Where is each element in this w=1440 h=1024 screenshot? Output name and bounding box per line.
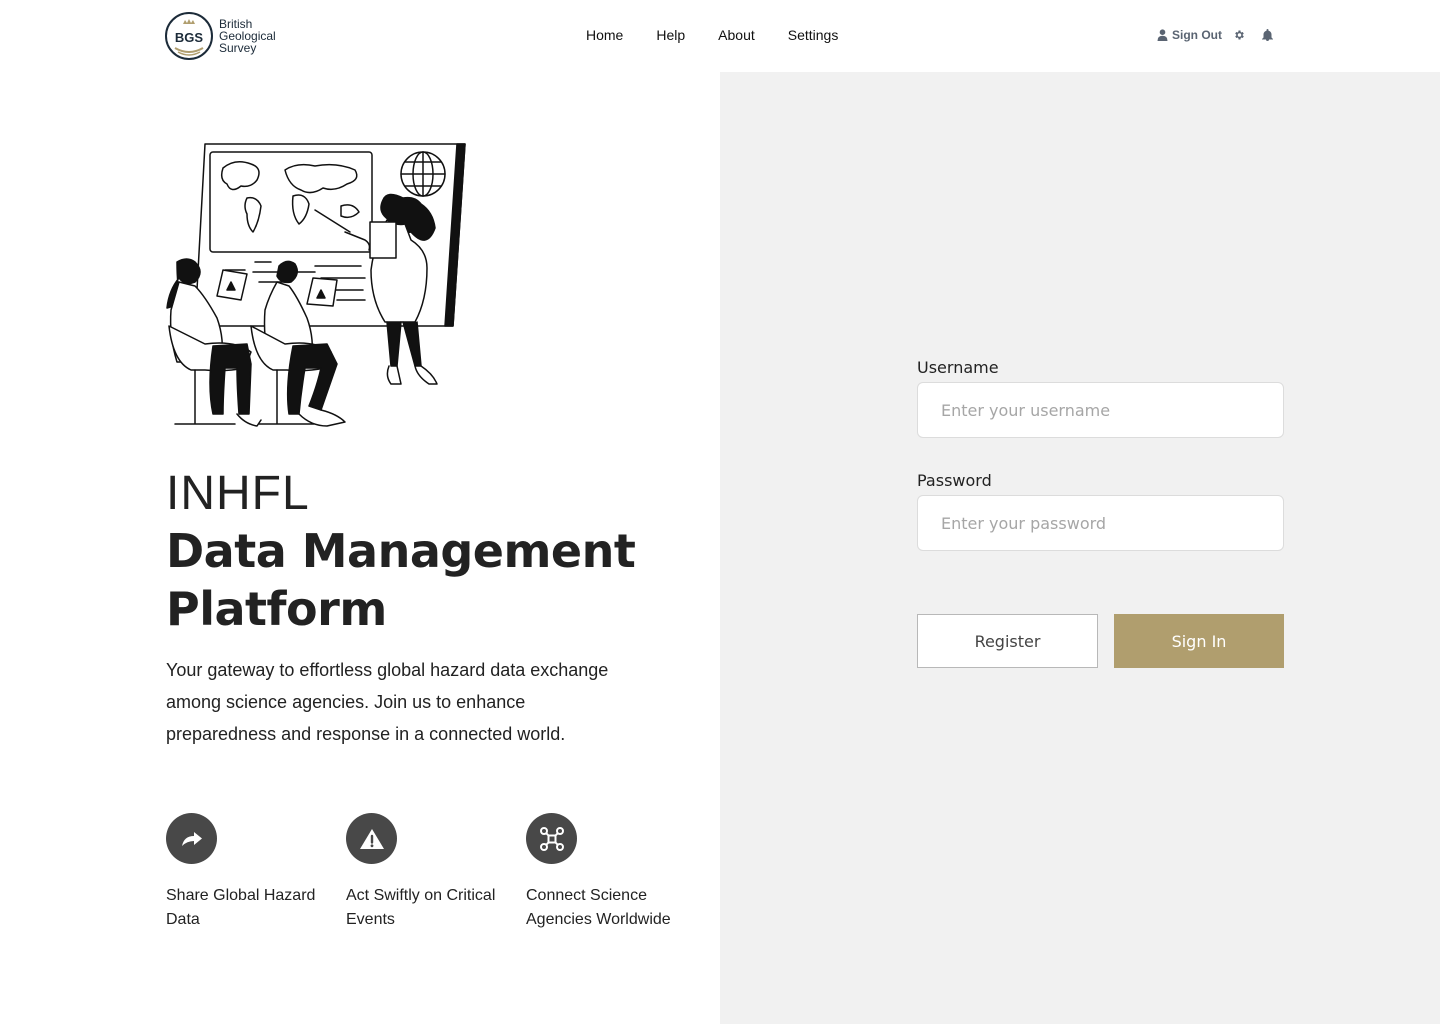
logo-abbr: BGS [175,30,204,45]
username-input[interactable] [917,382,1284,438]
feature-label: Share Global Hazard Data [166,887,316,928]
network-icon [539,826,564,851]
main-nav: Home Help About Settings [586,27,871,43]
feature-connect: Connect Science Agencies Worldwide [526,813,706,932]
user-actions: Sign Out [1157,28,1273,42]
nav-help[interactable]: Help [656,27,685,43]
share-arrow-icon [181,831,202,846]
platform-acronym: INHFL [166,467,310,520]
feature-icon-circle [166,813,217,864]
feature-share: Share Global Hazard Data [166,813,346,932]
top-header: BGS British Geological Survey Home Help … [0,0,1440,72]
platform-title: Data Management Platform [166,524,636,636]
feature-act: Act Swiftly on Critical Events [346,813,526,932]
register-button[interactable]: Register [917,614,1098,668]
warning-icon [359,828,384,849]
bgs-logo[interactable]: BGS British Geological Survey [165,12,276,60]
feature-label: Connect Science Agencies Worldwide [526,887,671,928]
feature-label: Act Swiftly on Critical Events [346,887,496,928]
settings-button[interactable] [1233,29,1245,41]
hero-illustration [166,143,466,427]
logo-wordmark: British Geological Survey [219,18,276,54]
feature-list: Share Global Hazard Data Act Swiftly on … [166,813,706,932]
sign-out-button[interactable]: Sign Out [1157,28,1222,42]
sign-in-button[interactable]: Sign In [1114,614,1284,668]
nav-about[interactable]: About [718,27,755,43]
platform-description: Your gateway to effortless global hazard… [166,660,609,744]
nav-home[interactable]: Home [586,27,623,43]
login-form: Username Password [917,358,1284,551]
form-buttons: Register Sign In [917,614,1284,668]
bgs-logo-icon: BGS [165,12,213,60]
feature-icon-circle [346,813,397,864]
notifications-button[interactable] [1262,29,1273,41]
username-label: Username [917,358,999,377]
nav-settings[interactable]: Settings [788,27,839,43]
logo-line-3: Survey [219,41,257,55]
password-input[interactable] [917,495,1284,551]
password-label: Password [917,471,992,490]
feature-icon-circle [526,813,577,864]
user-icon [1157,29,1168,41]
bell-icon [1262,29,1273,41]
gear-icon [1235,30,1244,40]
sign-out-label: Sign Out [1172,28,1222,42]
